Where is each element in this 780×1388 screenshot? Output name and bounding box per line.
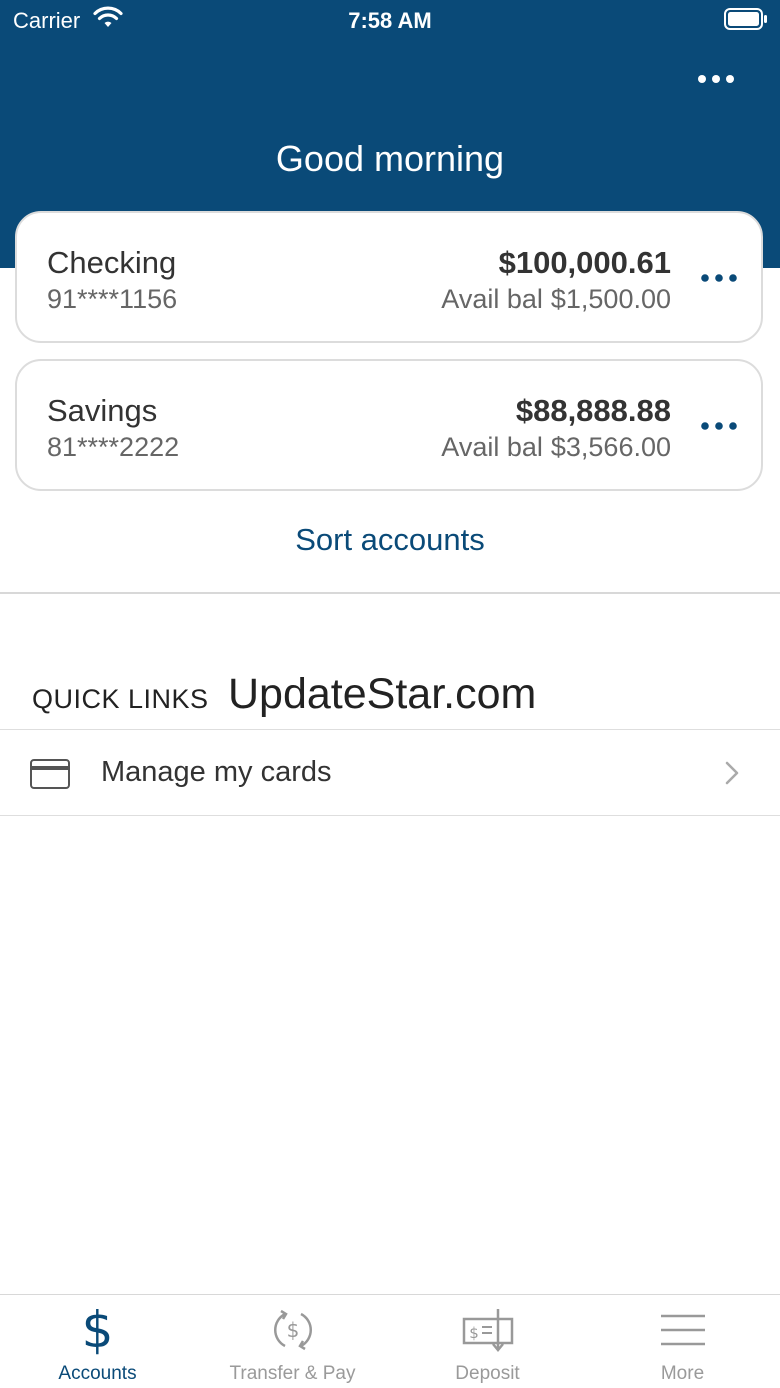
tab-accounts[interactable]: $ Accounts [0,1295,195,1388]
quick-link-manage-cards[interactable]: Manage my cards [0,731,780,815]
svg-text:$: $ [286,1318,299,1342]
tab-label: Accounts [58,1363,137,1384]
battery-icon [724,8,768,35]
available-balance: Avail bal $3,566.00 [441,432,671,463]
section-divider [0,592,780,594]
status-bar: Carrier 7:58 AM [0,0,780,40]
account-more-icon[interactable] [699,267,739,289]
deposit-check-icon: $ [390,1305,585,1355]
dollar-icon: $ [81,1301,114,1359]
account-number: 81****2222 [47,432,180,462]
tab-deposit[interactable]: $ Deposit [390,1295,585,1388]
quick-links-heading: QUICK LINKS [32,684,209,714]
watermark-text: UpdateStar.com [228,670,537,718]
account-balance: $88,888.88 [515,393,671,428]
tab-label: Deposit [455,1363,520,1384]
account-card-savings[interactable]: Savings 81****2222 $88,888.88 Avail bal $… [15,359,763,491]
account-balance: $100,000.61 [498,245,671,280]
account-card-checking[interactable]: Checking 91****1156 $100,000.61 Avail ba… [15,211,763,343]
header-more-icon[interactable] [696,66,736,92]
bottom-tab-bar: $ Accounts $ Transfer & Pay $ Deposit Mo… [0,1294,780,1388]
tab-label: More [660,1363,705,1384]
row-divider [0,815,780,816]
chevron-right-icon [724,761,740,790]
account-name: Savings [47,393,158,428]
transfer-icon: $ [195,1305,390,1355]
tab-label: Transfer & Pay [229,1363,356,1384]
greeting-title: Good morning [275,138,505,179]
available-balance: Avail bal $1,500.00 [441,284,671,315]
available-balance-value: $1,500.00 [550,284,671,314]
tab-transfer-pay[interactable]: $ Transfer & Pay [195,1295,390,1388]
available-balance-label: Avail bal [441,432,543,462]
status-time: 7:58 AM [348,8,432,33]
tab-more[interactable]: More [585,1295,780,1388]
credit-card-icon [30,759,70,794]
account-number: 91****1156 [47,284,178,314]
account-more-icon[interactable] [699,415,739,437]
sort-accounts-link[interactable]: Sort accounts [0,522,780,558]
svg-text:$: $ [469,1324,479,1342]
available-balance-label: Avail bal [441,284,543,314]
row-divider [0,729,780,730]
quick-link-label: Manage my cards [101,756,332,788]
available-balance-value: $3,566.00 [550,432,671,462]
menu-icon [585,1305,780,1355]
account-name: Checking [47,245,177,280]
